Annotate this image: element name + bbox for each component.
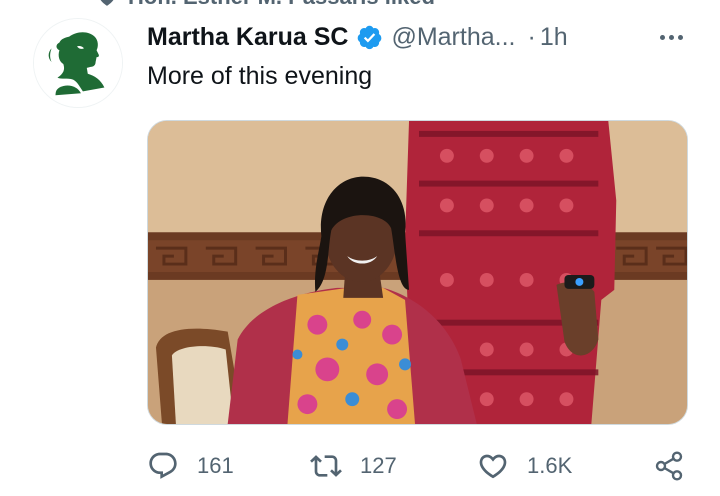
social-context-text: Hon. Esther M. Passaris liked <box>128 0 435 10</box>
reply-icon <box>149 452 177 479</box>
author-display-name[interactable]: Martha Karua SC <box>147 23 348 52</box>
verified-badge-icon <box>358 25 382 49</box>
like-button[interactable]: 1.6K <box>477 446 572 486</box>
author-handle[interactable]: @Martha... <box>391 23 515 52</box>
retweet-button[interactable]: 127 <box>310 446 397 486</box>
reply-count: 161 <box>197 453 234 478</box>
like-count: 1.6K <box>527 453 573 478</box>
portrait-silhouette-logo <box>34 19 122 107</box>
tweet-photo[interactable] <box>147 120 688 425</box>
photo-illustration <box>148 121 687 424</box>
like-icon <box>479 454 507 479</box>
tweet-text: More of this evening <box>147 62 373 90</box>
share-icon <box>655 451 683 481</box>
share-button[interactable] <box>653 446 685 486</box>
tweet-header: Martha Karua SC @Martha... · 1h <box>147 20 568 54</box>
reply-button[interactable]: 161 <box>147 446 234 486</box>
heart-filled-icon <box>100 0 114 6</box>
tweet-actions: 161 127 1.6K <box>147 446 692 486</box>
tweet-timestamp[interactable]: 1h <box>540 23 568 52</box>
retweet-count: 127 <box>360 453 397 478</box>
separator-dot: · <box>527 22 536 51</box>
retweet-icon <box>310 455 342 477</box>
more-options-icon <box>659 34 665 40</box>
more-options-button[interactable] <box>655 24 687 50</box>
social-context[interactable]: Hon. Esther M. Passaris liked <box>96 0 435 10</box>
avatar[interactable] <box>33 18 123 108</box>
